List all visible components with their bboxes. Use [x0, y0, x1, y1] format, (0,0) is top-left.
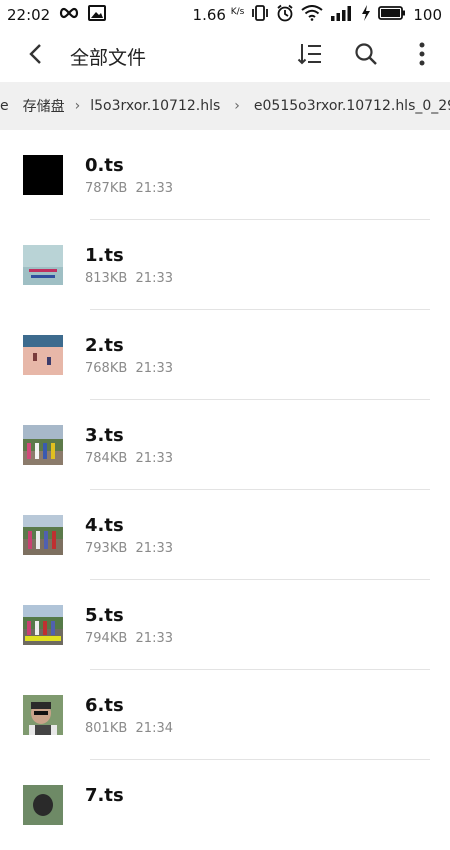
list-item[interactable]: 7.ts: [0, 760, 450, 850]
file-name: 4.ts: [85, 515, 124, 536]
sort-icon: [297, 42, 323, 70]
battery-level: 100: [413, 6, 442, 24]
vibrate-icon: [251, 4, 269, 26]
search-button[interactable]: [338, 30, 394, 82]
list-item[interactable]: 5.ts 794KB 21:33: [0, 580, 450, 670]
list-item[interactable]: 4.ts 793KB 21:33: [0, 490, 450, 580]
wifi-icon: [301, 5, 323, 25]
breadcrumb-item[interactable]: l5o3rxor.10712.hls: [86, 98, 224, 114]
chevron-right-icon: ›: [234, 98, 240, 114]
video-thumbnail: [23, 425, 63, 465]
file-meta: 801KB 21:34: [85, 721, 173, 736]
more-button[interactable]: [394, 30, 450, 82]
file-name: 7.ts: [85, 785, 124, 806]
page-title: 全部文件: [70, 46, 147, 69]
title-bar: 全部文件: [0, 30, 450, 82]
chevron-right-icon: ›: [74, 98, 81, 114]
breadcrumb-item[interactable]: 存储盘: [13, 96, 69, 116]
search-icon: [354, 42, 378, 70]
file-meta: 813KB 21:33: [85, 271, 173, 286]
video-thumbnail: [23, 605, 63, 645]
list-item[interactable]: 3.ts 784KB 21:33: [0, 400, 450, 490]
charging-icon: [361, 5, 371, 25]
clock: 22:02: [7, 6, 51, 24]
network-speed: 1.66 K/s: [192, 6, 245, 24]
battery-icon: [378, 5, 406, 25]
file-meta: 793KB 21:33: [85, 541, 173, 556]
list-item[interactable]: 6.ts 801KB 21:34: [0, 670, 450, 760]
signal-icon: [330, 5, 354, 25]
breadcrumb: e 存储盘 › l5o3rxor.10712.hls › e0515o3rxor…: [0, 82, 450, 130]
file-meta: 787KB 21:33: [85, 181, 173, 196]
file-meta: 768KB 21:33: [85, 361, 173, 376]
more-vert-icon: [419, 42, 425, 70]
list-item[interactable]: 2.ts 768KB 21:33: [0, 310, 450, 400]
list-item[interactable]: 1.ts 813KB 21:33: [0, 220, 450, 310]
breadcrumb-item-current[interactable]: e0515o3rxor.10712.hls_0_29: [250, 98, 450, 114]
video-thumbnail: [23, 785, 63, 825]
file-meta: 784KB 21:33: [85, 451, 173, 466]
gallery-notification-icon: [88, 5, 107, 25]
video-thumbnail: [23, 515, 63, 555]
breadcrumb-item[interactable]: e: [0, 98, 13, 114]
file-meta: 794KB 21:33: [85, 631, 173, 646]
back-button[interactable]: [0, 30, 70, 82]
file-name: 0.ts: [85, 155, 124, 176]
infinity-icon: [58, 6, 80, 24]
video-thumbnail: [23, 695, 63, 735]
list-item[interactable]: 0.ts 787KB 21:33: [0, 130, 450, 220]
video-thumbnail: [23, 155, 63, 195]
sort-button[interactable]: [282, 30, 338, 82]
status-bar: 22:02 1.66 K/s 100: [0, 0, 450, 30]
file-name: 2.ts: [85, 335, 124, 356]
back-icon: [28, 43, 42, 69]
file-name: 5.ts: [85, 605, 124, 626]
file-list: 0.ts 787KB 21:33 1.ts 813KB 21:33 2.ts 7…: [0, 130, 450, 850]
file-name: 6.ts: [85, 695, 124, 716]
file-name: 3.ts: [85, 425, 124, 446]
file-name: 1.ts: [85, 245, 124, 266]
video-thumbnail: [23, 335, 63, 375]
video-thumbnail: [23, 245, 63, 285]
alarm-icon: [276, 4, 294, 26]
